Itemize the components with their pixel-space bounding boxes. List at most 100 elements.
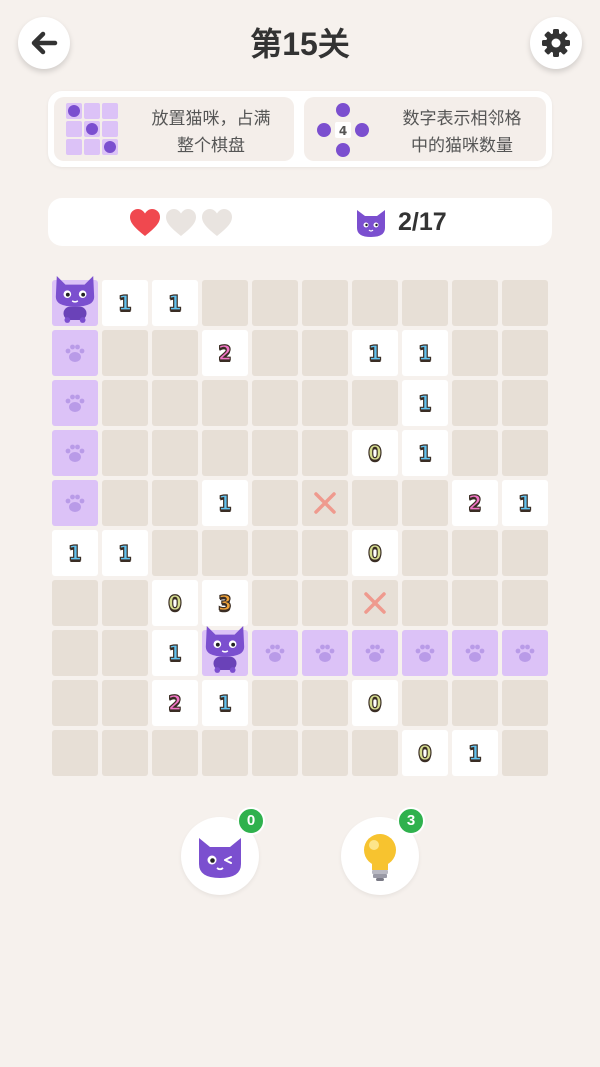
- board-cell-empty[interactable]: [252, 380, 298, 426]
- board-cell-empty[interactable]: [202, 280, 248, 326]
- board-cell-empty[interactable]: [252, 580, 298, 626]
- board-cell-filled[interactable]: [52, 330, 98, 376]
- board-cell-empty[interactable]: [202, 430, 248, 476]
- board-cell-empty[interactable]: [252, 330, 298, 376]
- board-cell-empty[interactable]: [402, 680, 448, 726]
- board-cell-empty[interactable]: [102, 430, 148, 476]
- board-cell-empty[interactable]: [452, 530, 498, 576]
- board-cell-clue: 1: [52, 530, 98, 576]
- board-cell-empty[interactable]: [502, 380, 548, 426]
- board-cell-empty[interactable]: [202, 730, 248, 776]
- board-cell-empty[interactable]: [252, 430, 298, 476]
- board-cell-empty[interactable]: [502, 330, 548, 376]
- board-cell-empty[interactable]: [52, 680, 98, 726]
- settings-button[interactable]: [530, 17, 582, 69]
- board-cell-empty[interactable]: [202, 380, 248, 426]
- board-cell-empty[interactable]: [102, 580, 148, 626]
- board-cell-empty[interactable]: [302, 730, 348, 776]
- clue-number: 1: [167, 290, 182, 315]
- board-cell-empty[interactable]: [502, 680, 548, 726]
- board-cell-empty[interactable]: [302, 380, 348, 426]
- paw-icon: [65, 394, 85, 412]
- board-cell-marked[interactable]: [352, 580, 398, 626]
- board-cell-empty[interactable]: [152, 330, 198, 376]
- board-cell-filled[interactable]: [352, 630, 398, 676]
- board-cell-filled[interactable]: [252, 630, 298, 676]
- board-cell-cat[interactable]: [202, 625, 248, 676]
- paw-icon: [465, 644, 485, 662]
- board-cell-empty[interactable]: [452, 330, 498, 376]
- board-cell-empty[interactable]: [152, 430, 198, 476]
- board-cell-empty[interactable]: [302, 430, 348, 476]
- board-cell-empty[interactable]: [302, 580, 348, 626]
- board-cell-empty[interactable]: [502, 580, 548, 626]
- board-cell-empty[interactable]: [452, 580, 498, 626]
- board-cell-empty[interactable]: [352, 730, 398, 776]
- board-cell-empty[interactable]: [252, 680, 298, 726]
- board-cell-empty[interactable]: [302, 680, 348, 726]
- board-cell-empty[interactable]: [402, 280, 448, 326]
- board-cell-empty[interactable]: [352, 280, 398, 326]
- board-cell-filled[interactable]: [52, 430, 98, 476]
- board-cell-empty[interactable]: [302, 280, 348, 326]
- board-cell-empty[interactable]: [452, 280, 498, 326]
- clue-number: 1: [367, 340, 382, 365]
- board-cell-empty[interactable]: [252, 730, 298, 776]
- gear-icon: [542, 29, 570, 57]
- board-cell-empty[interactable]: [152, 530, 198, 576]
- board-cell-empty[interactable]: [302, 330, 348, 376]
- board-cell-empty[interactable]: [402, 480, 448, 526]
- board-cell-empty[interactable]: [502, 430, 548, 476]
- board-cell-filled[interactable]: [402, 630, 448, 676]
- back-button[interactable]: [18, 17, 70, 69]
- board-cell-clue: 1: [402, 380, 448, 426]
- board-cell-empty[interactable]: [352, 380, 398, 426]
- board-cell-empty[interactable]: [452, 380, 498, 426]
- board-cell-empty[interactable]: [202, 530, 248, 576]
- status-bar: 2/17: [48, 198, 552, 246]
- board-cell-empty[interactable]: [102, 630, 148, 676]
- board-cell-empty[interactable]: [152, 380, 198, 426]
- board-cell-empty[interactable]: [252, 530, 298, 576]
- board-cell-empty[interactable]: [52, 730, 98, 776]
- board-cell-empty[interactable]: [452, 680, 498, 726]
- board-cell-filled[interactable]: [302, 630, 348, 676]
- board-cell-clue: 1: [352, 330, 398, 376]
- board-cell-cat[interactable]: [52, 275, 98, 326]
- board-cell-empty[interactable]: [252, 480, 298, 526]
- board-cell-filled[interactable]: [452, 630, 498, 676]
- board-cell-empty[interactable]: [102, 680, 148, 726]
- board-cell-filled[interactable]: [52, 480, 98, 526]
- board-cell-empty[interactable]: [302, 530, 348, 576]
- board-cell-empty[interactable]: [402, 580, 448, 626]
- board-cell-empty[interactable]: [152, 480, 198, 526]
- board-cell-empty[interactable]: [52, 630, 98, 676]
- hint-powerup-button[interactable]: 3: [341, 807, 425, 895]
- board-cell-filled[interactable]: [52, 380, 98, 426]
- board-cell-empty[interactable]: [502, 530, 548, 576]
- board-cell-marked[interactable]: [302, 480, 348, 526]
- clue-number: 2: [467, 490, 482, 515]
- board-cell-empty[interactable]: [402, 530, 448, 576]
- board-cell-filled[interactable]: [502, 630, 548, 676]
- board-cell-empty[interactable]: [102, 480, 148, 526]
- lightbulb-icon: [364, 834, 396, 881]
- clue-number: 1: [417, 340, 432, 365]
- place-cat-powerup-button[interactable]: 0: [181, 807, 265, 895]
- board-cell-empty[interactable]: [352, 480, 398, 526]
- board-cell-empty[interactable]: [102, 380, 148, 426]
- paw-icon: [265, 644, 285, 662]
- board-cell-empty[interactable]: [152, 730, 198, 776]
- clue-number: 0: [367, 690, 382, 715]
- board-cell-empty[interactable]: [52, 580, 98, 626]
- board-cell-empty[interactable]: [502, 730, 548, 776]
- board-cell-empty[interactable]: [502, 280, 548, 326]
- cat-face-icon: [357, 210, 385, 237]
- cross-mark-icon: [364, 592, 386, 614]
- board-cell-empty[interactable]: [102, 730, 148, 776]
- heart-full-icon: [130, 209, 160, 236]
- board-cell-empty[interactable]: [252, 280, 298, 326]
- board-cell-empty[interactable]: [452, 430, 498, 476]
- board-cell-empty[interactable]: [102, 330, 148, 376]
- hint-count-badge: 3: [397, 807, 425, 835]
